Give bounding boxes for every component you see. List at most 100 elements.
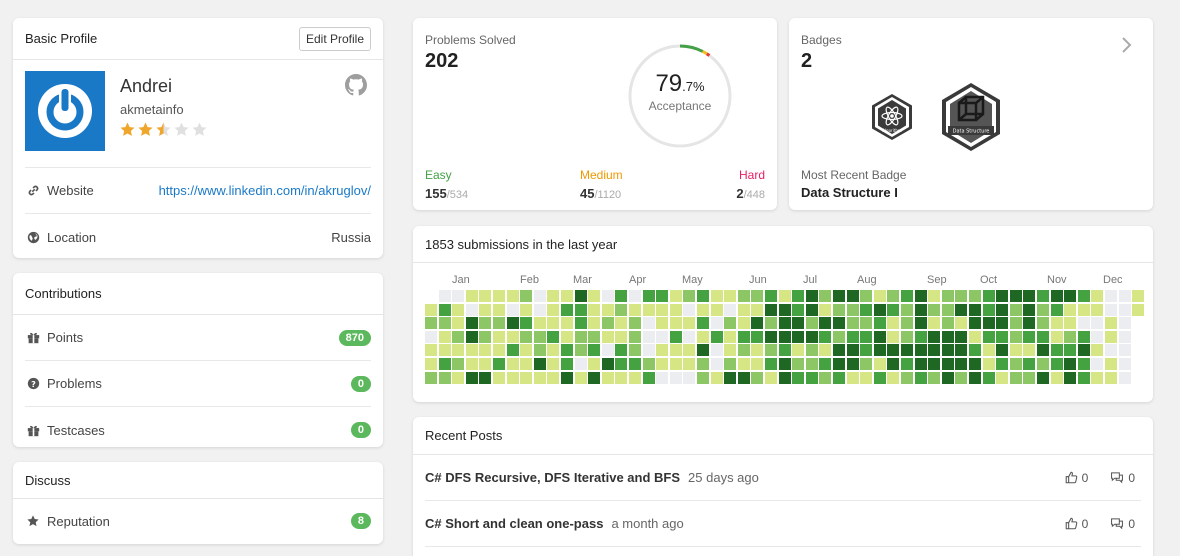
heatmap-cell[interactable] [1009, 371, 1022, 384]
heatmap-cell[interactable] [1105, 330, 1117, 343]
heatmap-cell[interactable] [697, 344, 709, 357]
heatmap-cell[interactable] [710, 290, 723, 302]
heatmap-cell[interactable] [778, 317, 791, 330]
heatmap-cell[interactable] [1050, 303, 1063, 316]
heatmap-cell[interactable] [493, 371, 505, 384]
github-icon[interactable] [345, 74, 367, 101]
heatmap-cell[interactable] [588, 290, 601, 302]
heatmap-cell[interactable] [465, 330, 478, 343]
heatmap-cell[interactable] [833, 317, 845, 330]
heatmap-cell[interactable] [805, 330, 818, 343]
heatmap-cell[interactable] [629, 317, 641, 330]
heatmap-cell[interactable] [465, 290, 478, 302]
heatmap-cell[interactable] [493, 290, 505, 302]
heatmap-cell[interactable] [1009, 330, 1022, 343]
heatmap-cell[interactable] [724, 317, 737, 330]
heatmap-cell[interactable] [765, 290, 777, 302]
heatmap-cell[interactable] [438, 317, 451, 330]
heatmap-cell[interactable] [1050, 371, 1063, 384]
heatmap-cell[interactable] [452, 330, 465, 343]
avatar[interactable] [25, 71, 105, 151]
heatmap-cell[interactable] [710, 330, 723, 343]
heatmap-cell[interactable] [683, 303, 696, 316]
heatmap-cell[interactable] [438, 330, 451, 343]
heatmap-cell[interactable] [533, 371, 546, 384]
heatmap-cell[interactable] [955, 330, 968, 343]
heatmap-cell[interactable] [520, 358, 533, 370]
heatmap-cell[interactable] [656, 358, 669, 370]
heatmap-cell[interactable] [669, 303, 682, 316]
heatmap-cell[interactable] [669, 344, 682, 357]
heatmap-cell[interactable] [669, 290, 682, 302]
heatmap-cell[interactable] [1050, 330, 1063, 343]
heatmap-cell[interactable] [629, 358, 641, 370]
heatmap-cell[interactable] [574, 317, 587, 330]
heatmap-cell[interactable] [996, 330, 1009, 343]
post-likes[interactable]: 0 [1065, 471, 1088, 485]
heatmap-cell[interactable] [873, 330, 886, 343]
heatmap-cell[interactable] [846, 303, 859, 316]
heatmap-cell[interactable] [996, 371, 1009, 384]
heatmap-cell[interactable] [1091, 344, 1104, 357]
heatmap-cell[interactable] [520, 317, 533, 330]
heatmap-cell[interactable] [928, 330, 941, 343]
heatmap-cell[interactable] [846, 330, 859, 343]
edit-profile-button[interactable]: Edit Profile [298, 26, 371, 51]
heatmap-cell[interactable] [683, 344, 696, 357]
heatmap-cell[interactable] [710, 317, 723, 330]
heatmap-cell[interactable] [860, 358, 873, 370]
heatmap-cell[interactable] [751, 358, 764, 370]
heatmap-cell[interactable] [941, 290, 954, 302]
heatmap-cell[interactable] [533, 317, 546, 330]
heatmap-cell[interactable] [996, 303, 1009, 316]
heatmap-cell[interactable] [629, 371, 641, 384]
heatmap-cell[interactable] [737, 358, 750, 370]
heatmap-cell[interactable] [425, 303, 437, 316]
heatmap-cell[interactable] [751, 344, 764, 357]
heatmap-cell[interactable] [1077, 317, 1090, 330]
heatmap-cell[interactable] [1077, 344, 1090, 357]
heatmap-cell[interactable] [901, 290, 913, 302]
heatmap-cell[interactable] [452, 358, 465, 370]
heatmap-cell[interactable] [601, 371, 614, 384]
heatmap-cell[interactable] [479, 290, 492, 302]
heatmap-cell[interactable] [425, 358, 437, 370]
heatmap-cell[interactable] [697, 371, 709, 384]
heatmap-cell[interactable] [656, 330, 669, 343]
heatmap-cell[interactable] [860, 371, 873, 384]
heatmap-cell[interactable] [1050, 358, 1063, 370]
heatmap-cell[interactable] [941, 330, 954, 343]
heatmap-cell[interactable] [996, 358, 1009, 370]
heatmap-cell[interactable] [601, 358, 614, 370]
heatmap-cell[interactable] [1091, 317, 1104, 330]
heatmap-cell[interactable] [833, 344, 845, 357]
heatmap-cell[interactable] [506, 371, 519, 384]
heatmap-cell[interactable] [656, 303, 669, 316]
heatmap-cell[interactable] [778, 330, 791, 343]
heatmap-cell[interactable] [1023, 371, 1036, 384]
heatmap-cell[interactable] [588, 371, 601, 384]
heatmap-cell[interactable] [873, 303, 886, 316]
heatmap-cell[interactable] [751, 330, 764, 343]
heatmap-cell[interactable] [1105, 303, 1117, 316]
heatmap-cell[interactable] [1023, 358, 1036, 370]
heatmap-cell[interactable] [819, 371, 832, 384]
heatmap-cell[interactable] [765, 303, 777, 316]
heatmap-cell[interactable] [1064, 290, 1077, 302]
heatmap-cell[interactable] [914, 290, 927, 302]
heatmap-cell[interactable] [887, 344, 900, 357]
heatmap-cell[interactable] [465, 317, 478, 330]
heatmap-cell[interactable] [833, 303, 845, 316]
heatmap-cell[interactable] [860, 344, 873, 357]
heatmap-cell[interactable] [710, 303, 723, 316]
heatmap-cell[interactable] [452, 317, 465, 330]
heatmap-cell[interactable] [669, 317, 682, 330]
heatmap-cell[interactable] [792, 303, 805, 316]
heatmap-cell[interactable] [1037, 344, 1049, 357]
heatmap-cell[interactable] [955, 358, 968, 370]
heatmap-cell[interactable] [669, 330, 682, 343]
heatmap-cell[interactable] [697, 358, 709, 370]
heatmap-cell[interactable] [561, 344, 573, 357]
heatmap-cell[interactable] [969, 371, 981, 384]
heatmap-cell[interactable] [914, 358, 927, 370]
